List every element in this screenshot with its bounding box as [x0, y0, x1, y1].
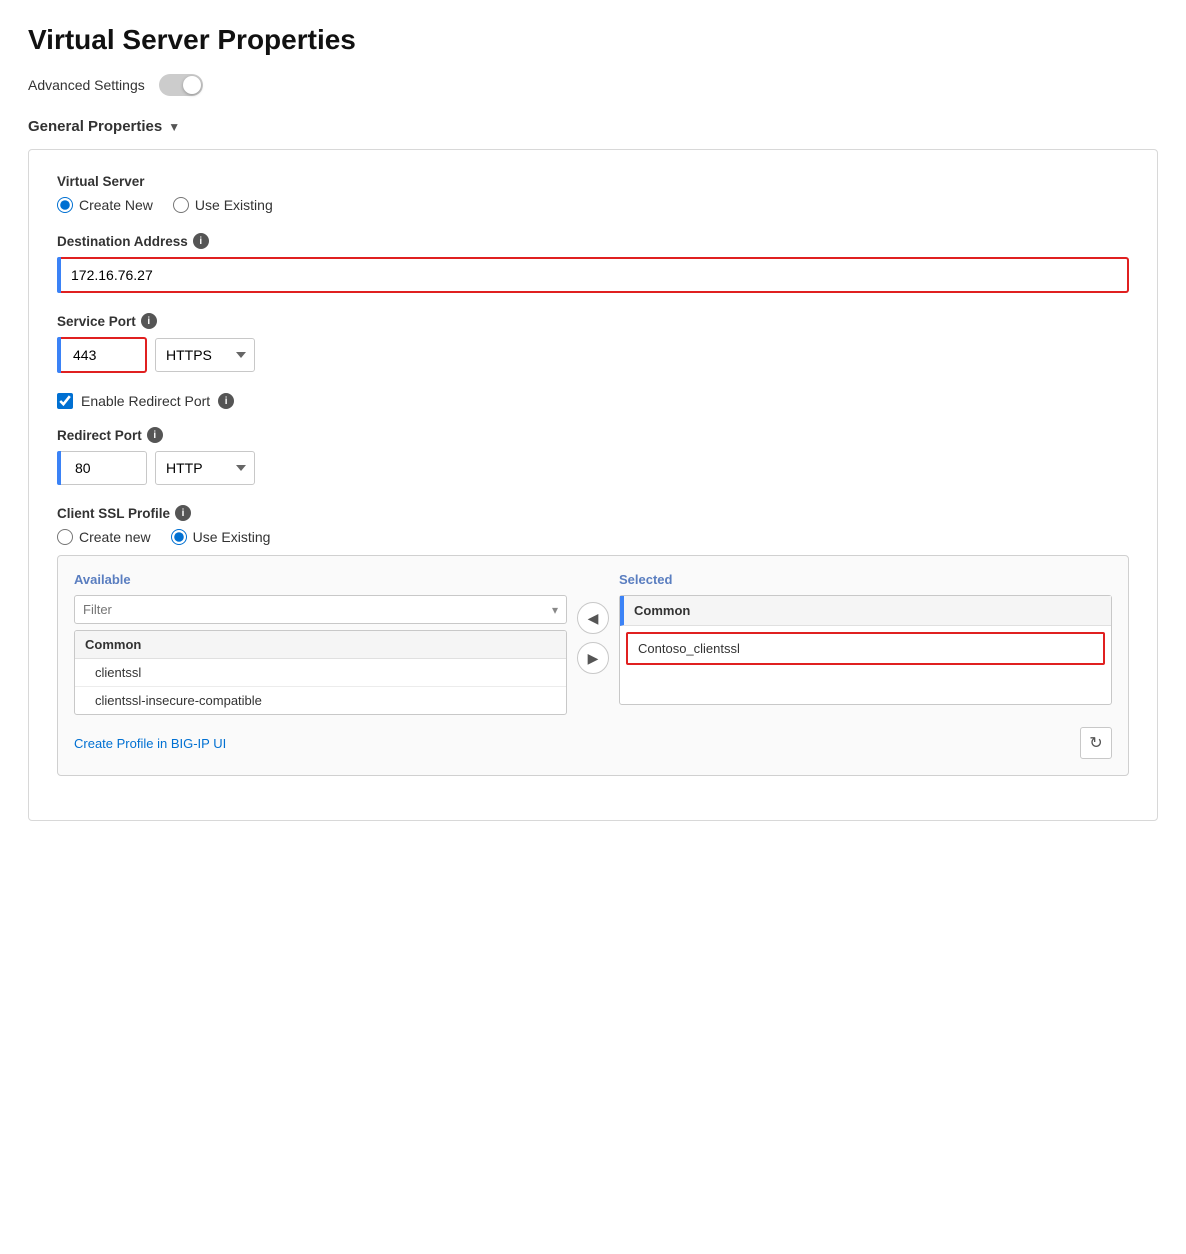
ssl-bottom-row: Create Profile in BIG-IP UI ↻ [74, 727, 1112, 759]
ssl-selected-item-contoso[interactable]: Contoso_clientssl [626, 632, 1105, 665]
general-properties-arrow: ▼ [168, 120, 180, 134]
use-existing-ssl-option[interactable]: Use Existing [171, 529, 271, 545]
enable-redirect-port-row: Enable Redirect Port i [57, 393, 1129, 409]
ssl-available-item-clientssl-insecure[interactable]: clientssl-insecure-compatible [75, 687, 566, 714]
service-port-input-wrap [57, 337, 147, 373]
create-profile-link[interactable]: Create Profile in BIG-IP UI [74, 736, 226, 751]
virtual-server-radio-group: Create New Use Existing [57, 197, 1129, 213]
service-port-field: Service Port i HTTPS HTTP OTHER [57, 313, 1129, 373]
filter-icon: ▾ [552, 603, 558, 617]
ssl-selected-col: Selected Common Contoso_clientssl [619, 572, 1112, 705]
advanced-settings-toggle[interactable] [159, 74, 203, 96]
client-ssl-profile-label: Client SSL Profile i [57, 505, 1129, 521]
destination-address-info-icon[interactable]: i [193, 233, 209, 249]
page-title: Virtual Server Properties [28, 24, 1158, 56]
use-existing-ssl-radio[interactable] [171, 529, 187, 545]
service-port-info-icon[interactable]: i [141, 313, 157, 329]
redirect-port-info-icon[interactable]: i [147, 427, 163, 443]
destination-address-field: Destination Address i [57, 233, 1129, 293]
redirect-port-input[interactable] [57, 451, 147, 485]
ssl-selected-label: Selected [619, 572, 1112, 587]
client-ssl-profile-info-icon[interactable]: i [175, 505, 191, 521]
ssl-columns: Available ▾ Common clientssl clientssl-i… [74, 572, 1112, 715]
general-properties-header: General Properties ▼ [28, 118, 1158, 135]
ssl-available-label: Available [74, 572, 567, 587]
service-port-left-bar [57, 337, 61, 373]
refresh-button[interactable]: ↻ [1080, 727, 1112, 759]
enable-redirect-port-label: Enable Redirect Port [81, 393, 210, 409]
create-new-ssl-option[interactable]: Create new [57, 529, 151, 545]
client-ssl-radio-group: Create new Use Existing [57, 529, 1129, 545]
ssl-filter-input[interactable] [83, 602, 546, 617]
advanced-settings-label: Advanced Settings [28, 77, 145, 93]
ssl-available-group-common[interactable]: Common [75, 631, 566, 659]
service-port-input[interactable] [57, 337, 147, 373]
use-existing-vs-option[interactable]: Use Existing [173, 197, 273, 213]
ssl-picker: Available ▾ Common clientssl clientssl-i… [57, 555, 1129, 776]
use-existing-vs-radio[interactable] [173, 197, 189, 213]
ssl-selected-group-common: Common [620, 596, 1111, 626]
ssl-filter-row: ▾ [74, 595, 567, 624]
virtual-server-label: Virtual Server [57, 174, 1129, 189]
ssl-available-list: Common clientssl clientssl-insecure-comp… [74, 630, 567, 715]
redirect-port-protocol-select[interactable]: HTTP HTTPS OTHER [155, 451, 255, 485]
create-new-vs-option[interactable]: Create New [57, 197, 153, 213]
create-new-ssl-label: Create new [79, 529, 151, 545]
ssl-available-col: Available ▾ Common clientssl clientssl-i… [74, 572, 567, 715]
destination-address-label: Destination Address i [57, 233, 1129, 249]
ssl-arrow-buttons: ◀ ▶ [577, 572, 609, 674]
service-port-row: HTTPS HTTP OTHER [57, 337, 1129, 373]
general-properties-card: Virtual Server Create New Use Existing D… [28, 149, 1158, 821]
enable-redirect-port-checkbox[interactable] [57, 393, 73, 409]
service-port-label: Service Port i [57, 313, 1129, 329]
ssl-move-left-button[interactable]: ◀ [577, 602, 609, 634]
destination-address-input[interactable] [61, 257, 1129, 293]
redirect-port-label: Redirect Port i [57, 427, 1129, 443]
create-new-vs-label: Create New [79, 197, 153, 213]
redirect-port-row: HTTP HTTPS OTHER [57, 451, 1129, 485]
create-new-ssl-radio[interactable] [57, 529, 73, 545]
enable-redirect-port-info-icon[interactable]: i [218, 393, 234, 409]
virtual-server-field: Virtual Server Create New Use Existing [57, 174, 1129, 213]
ssl-move-right-button[interactable]: ▶ [577, 642, 609, 674]
use-existing-ssl-label: Use Existing [193, 529, 271, 545]
destination-address-input-wrap [57, 257, 1129, 293]
client-ssl-profile-field: Client SSL Profile i Create new Use Exis… [57, 505, 1129, 776]
redirect-port-left-bar [57, 451, 61, 485]
redirect-port-field: Redirect Port i HTTP HTTPS OTHER [57, 427, 1129, 485]
service-port-protocol-select[interactable]: HTTPS HTTP OTHER [155, 338, 255, 372]
ssl-selected-box: Common Contoso_clientssl [619, 595, 1112, 705]
use-existing-vs-label: Use Existing [195, 197, 273, 213]
redirect-port-input-wrap [57, 451, 147, 485]
ssl-available-item-clientssl[interactable]: clientssl [75, 659, 566, 687]
create-new-vs-radio[interactable] [57, 197, 73, 213]
